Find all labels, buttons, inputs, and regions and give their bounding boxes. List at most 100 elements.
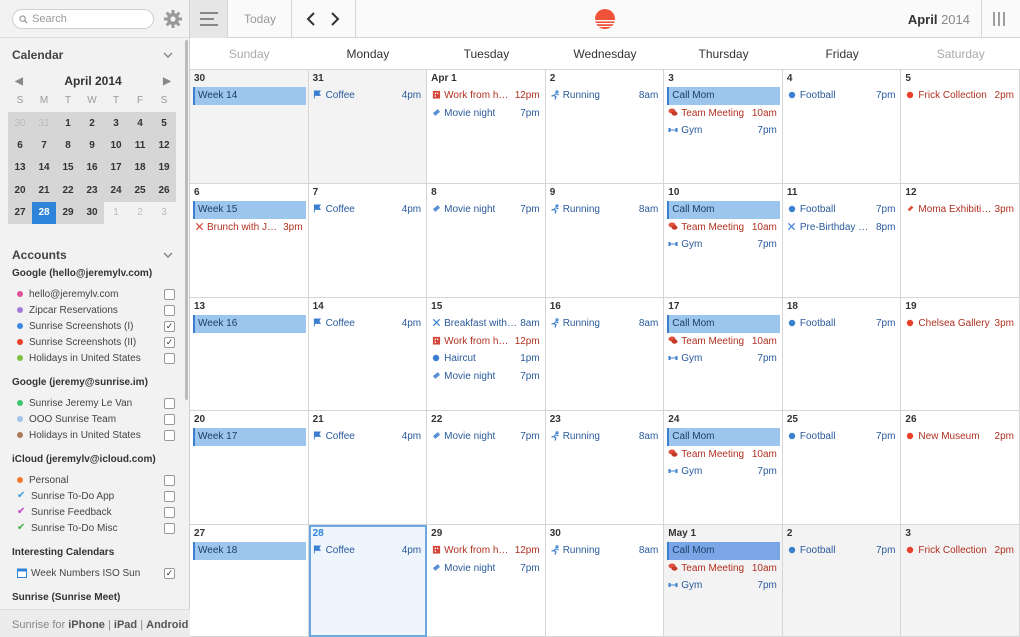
mini-calendar-day[interactable]: 22 bbox=[56, 179, 80, 202]
visibility-checkbox[interactable] bbox=[164, 522, 175, 534]
mini-calendar-day[interactable]: 10 bbox=[104, 134, 128, 157]
calendar-item[interactable]: Sunrise Jeremy Le Van bbox=[17, 396, 175, 410]
day-cell[interactable]: 3 Call Mom Team Meeting 10am Gym 7pm bbox=[664, 70, 783, 184]
calendar-event[interactable]: Chelsea Gallery 3pm bbox=[904, 315, 1017, 333]
day-cell[interactable]: 23 Running 8am bbox=[545, 411, 665, 525]
calendar-event[interactable]: Running 8am bbox=[549, 87, 662, 105]
calendar-event[interactable]: Coffee 4pm bbox=[312, 315, 425, 333]
mini-calendar-day[interactable]: 27 bbox=[8, 201, 32, 224]
mini-calendar-day[interactable]: 28 bbox=[32, 201, 56, 224]
calendar-event[interactable]: Football 7pm bbox=[786, 201, 899, 219]
calendar-event[interactable]: Gym 7pm bbox=[667, 236, 780, 254]
chevron-left-icon[interactable] bbox=[304, 11, 318, 27]
mini-calendar-day[interactable]: 24 bbox=[104, 179, 128, 202]
day-cell[interactable]: 15 Breakfast with … 8am Work from ho… 12pm Ha… bbox=[427, 298, 546, 411]
week-number-event[interactable]: Week 15 bbox=[193, 201, 306, 219]
columns-view-icon[interactable] bbox=[992, 11, 1006, 27]
mini-calendar-day[interactable]: 1 bbox=[104, 202, 128, 224]
visibility-checkbox[interactable] bbox=[164, 429, 175, 441]
day-cell[interactable]: 26 New Museum 2pm bbox=[901, 411, 1020, 525]
calendar-event[interactable]: Moma Exhibition 3pm bbox=[904, 201, 1017, 219]
calendar-item[interactable]: ✔ Sunrise To-Do Misc bbox=[17, 521, 175, 535]
calendar-event[interactable]: Coffee 4pm bbox=[312, 87, 425, 105]
calendar-event[interactable]: Brunch with Je… 3pm bbox=[193, 219, 306, 237]
visibility-checkbox[interactable] bbox=[164, 288, 175, 300]
calendar-event[interactable]: Coffee 4pm bbox=[312, 201, 425, 219]
calendar-event[interactable]: New Museum 2pm bbox=[904, 428, 1017, 446]
day-cell[interactable]: 28 Coffee 4pm bbox=[308, 525, 428, 637]
mini-calendar-day[interactable]: 21 bbox=[32, 179, 56, 202]
calendar-event[interactable]: Running 8am bbox=[549, 428, 662, 446]
mini-calendar-day[interactable]: 23 bbox=[80, 179, 104, 202]
calendar-event[interactable]: Frick Collection 2pm bbox=[904, 87, 1017, 105]
mini-next-month-icon[interactable]: ▶ bbox=[160, 76, 174, 87]
mini-calendar-day[interactable]: 14 bbox=[32, 156, 56, 180]
day-cell[interactable]: 22 Movie night 7pm bbox=[427, 411, 546, 525]
calendar-event[interactable]: Movie night 7pm bbox=[430, 560, 543, 578]
mini-calendar-day[interactable]: 13 bbox=[8, 156, 32, 180]
mini-calendar-day[interactable]: 31 bbox=[32, 112, 56, 135]
calendar-event[interactable]: Team Meeting 10am bbox=[667, 560, 780, 578]
calendar-event[interactable]: Gym 7pm bbox=[667, 122, 780, 140]
mini-calendar-day[interactable]: 18 bbox=[128, 156, 152, 180]
calendar-event[interactable]: Call Mom bbox=[667, 201, 780, 219]
calendar-event[interactable]: Coffee 4pm bbox=[312, 542, 425, 560]
calendar-event[interactable]: Team Meeting 10am bbox=[667, 333, 780, 351]
calendar-event[interactable]: Gym 7pm bbox=[667, 350, 780, 368]
mini-calendar-day[interactable]: 26 bbox=[152, 179, 176, 202]
week-number-event[interactable]: Week 16 bbox=[193, 315, 306, 333]
day-cell[interactable]: 31 Coffee 4pm bbox=[308, 70, 428, 184]
day-cell[interactable]: 3 Frick Collection 2pm bbox=[901, 525, 1020, 637]
calendar-event[interactable]: Movie night 7pm bbox=[430, 368, 543, 386]
day-cell[interactable]: 20 Week 17 bbox=[190, 411, 309, 525]
day-cell[interactable]: 19 Chelsea Gallery 3pm bbox=[901, 298, 1020, 411]
week-number-event[interactable]: Week 14 bbox=[193, 87, 306, 105]
calendar-event[interactable]: Work from ho… 12pm bbox=[430, 87, 543, 105]
day-cell[interactable]: 12 Moma Exhibition 3pm bbox=[901, 184, 1020, 298]
calendar-item[interactable]: Zipcar Reservations bbox=[17, 303, 175, 317]
mini-calendar-day[interactable]: 8 bbox=[56, 134, 80, 157]
mini-calendar-day[interactable]: 12 bbox=[152, 134, 176, 157]
calendar-event[interactable]: Running 8am bbox=[549, 542, 662, 560]
day-cell[interactable]: 24 Call Mom Team Meeting 10am Gym 7pm bbox=[664, 411, 783, 525]
calendar-event[interactable]: Movie night 7pm bbox=[430, 105, 543, 123]
day-cell[interactable]: 18 Football 7pm bbox=[782, 298, 902, 411]
mini-calendar-day[interactable]: 3 bbox=[104, 112, 128, 135]
visibility-checkbox[interactable]: ✓ bbox=[164, 567, 175, 579]
calendar-item[interactable]: Week Numbers ISO Sun ✓ bbox=[17, 566, 175, 580]
calendar-event[interactable]: Work from ho… 12pm bbox=[430, 542, 543, 560]
calendar-event[interactable]: Haircut 1pm bbox=[430, 350, 543, 368]
chevron-down-icon[interactable] bbox=[163, 250, 173, 260]
today-button[interactable]: Today bbox=[229, 0, 292, 38]
mini-calendar-day[interactable]: 3 bbox=[152, 202, 176, 224]
week-number-event[interactable]: Week 18 bbox=[193, 542, 306, 560]
mini-calendar-day[interactable]: 15 bbox=[56, 156, 80, 180]
day-cell[interactable]: 2 Running 8am bbox=[545, 70, 665, 184]
chevron-down-icon[interactable] bbox=[163, 50, 173, 60]
visibility-checkbox[interactable] bbox=[164, 474, 175, 486]
visibility-checkbox[interactable]: ✓ bbox=[164, 336, 175, 348]
calendar-event[interactable]: Frick Collection 2pm bbox=[904, 542, 1017, 560]
day-cell[interactable]: 25 Football 7pm bbox=[782, 411, 902, 525]
mini-calendar-day[interactable]: 5 bbox=[152, 112, 176, 135]
mini-calendar-day[interactable]: 6 bbox=[8, 134, 32, 157]
footer-android-link[interactable]: Android bbox=[146, 619, 188, 631]
visibility-checkbox[interactable]: ✓ bbox=[164, 320, 175, 332]
day-cell[interactable]: 17 Call Mom Team Meeting 10am Gym 7pm bbox=[664, 298, 783, 411]
visibility-checkbox[interactable] bbox=[164, 413, 175, 425]
calendar-event[interactable]: Call Mom bbox=[667, 428, 780, 446]
calendar-event[interactable]: Football 7pm bbox=[786, 315, 899, 333]
calendar-event[interactable]: Football 7pm bbox=[786, 87, 899, 105]
day-cell[interactable]: 21 Coffee 4pm bbox=[308, 411, 428, 525]
calendar-event[interactable]: Running 8am bbox=[549, 201, 662, 219]
day-cell[interactable]: 30 Week 14 bbox=[190, 70, 309, 184]
calendar-item[interactable]: ✔ Sunrise Feedback bbox=[17, 505, 175, 519]
calendar-event[interactable]: Movie night 7pm bbox=[430, 201, 543, 219]
day-cell[interactable]: Apr 1 Work from ho… 12pm Movie night 7pm bbox=[427, 70, 546, 184]
calendar-item[interactable]: Personal bbox=[17, 473, 175, 487]
calendar-event[interactable]: Running 8am bbox=[549, 315, 662, 333]
mini-calendar-day[interactable]: 16 bbox=[80, 156, 104, 180]
sidebar-scrollbar[interactable] bbox=[185, 40, 188, 400]
calendar-event[interactable]: Call Mom bbox=[667, 315, 780, 333]
mini-calendar-day[interactable]: 7 bbox=[32, 134, 56, 157]
